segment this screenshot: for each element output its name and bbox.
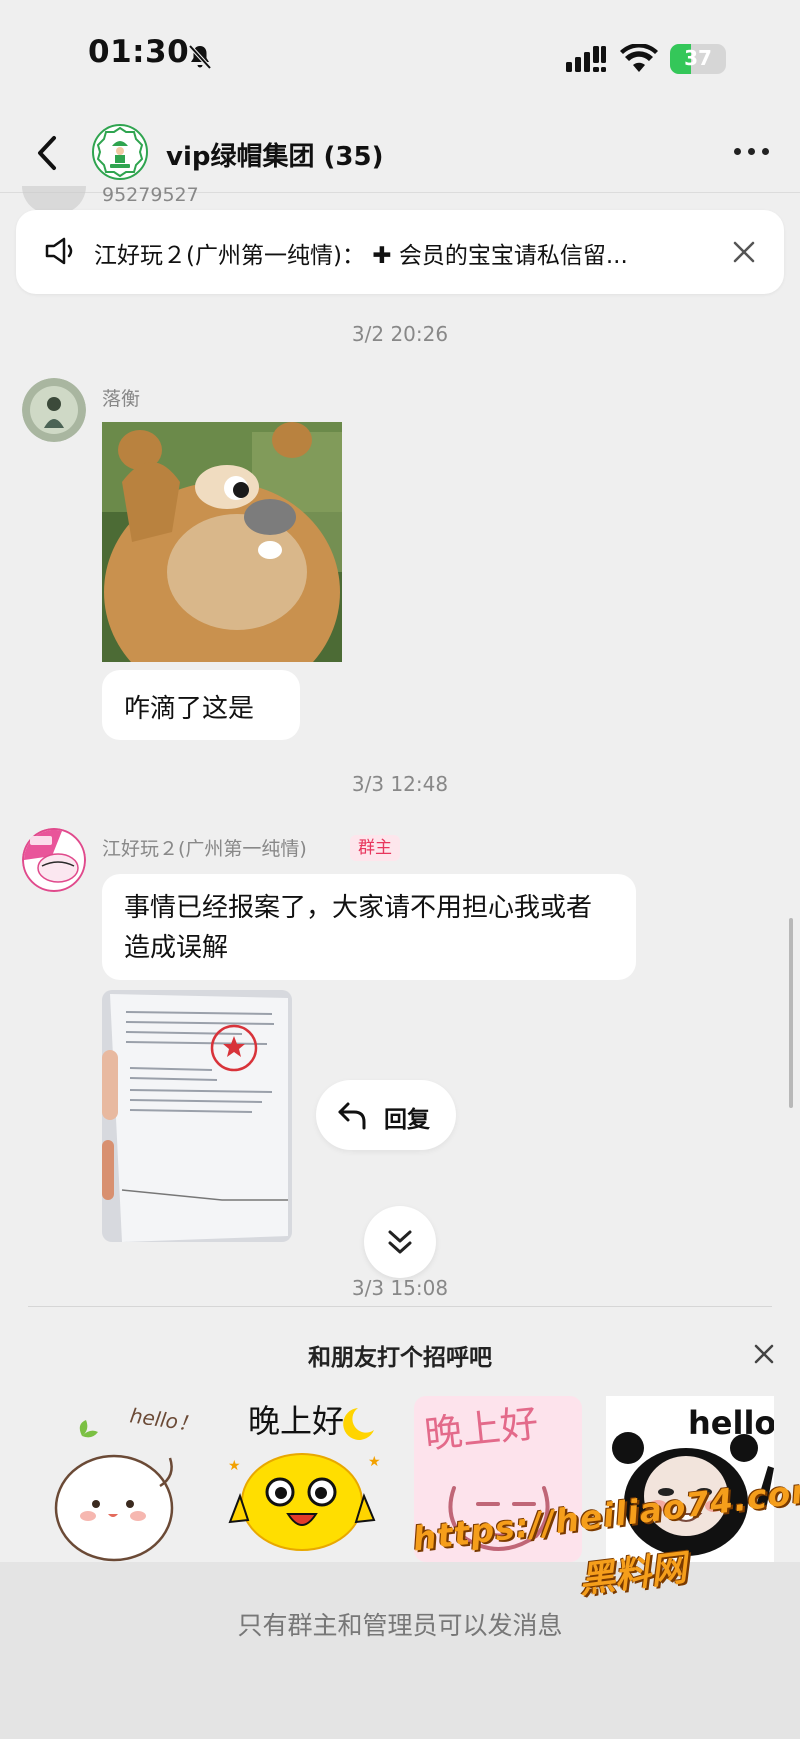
more-dot-icon (762, 148, 769, 155)
reply-label: 回复 (384, 1107, 430, 1133)
scroll-to-bottom-button[interactable] (364, 1206, 436, 1278)
battery-percentage: 37 (684, 46, 712, 70)
scrollbar[interactable] (789, 918, 793, 1108)
greeting-divider (28, 1306, 772, 1307)
hello-bun-sticker[interactable]: hello！ (30, 1396, 198, 1562)
close-icon[interactable] (750, 1340, 778, 1368)
message-text: 事情已经报案了，大家请不用担心我或者造成误解 (124, 893, 593, 963)
battery-icon: 37 (670, 44, 726, 74)
message-timestamp: 3/3 15:08 (351, 1276, 449, 1300)
avatar[interactable] (22, 378, 86, 442)
message-bubble[interactable]: 咋滴了这是 (102, 670, 300, 740)
message-timestamp: 3/2 20:26 (351, 322, 449, 346)
wifi-icon (620, 44, 658, 72)
message-timestamp: 3/3 12:48 (351, 772, 449, 796)
sender-name: 95279527 (102, 184, 199, 206)
sender-name: 江好玩２(广州第一纯情) (102, 838, 307, 860)
more-dot-icon (734, 148, 741, 155)
bear-sticker-image[interactable] (102, 422, 342, 662)
police-report-photo[interactable] (102, 990, 292, 1242)
greeting-title: 和朋友打个招呼吧 (308, 1345, 492, 1371)
svg-text:★: ★ (228, 1458, 241, 1474)
cellular-signal-icon (566, 46, 606, 72)
svg-text:★: ★ (368, 1454, 381, 1470)
watermark-name: 黑料网 (576, 1547, 689, 1602)
group-title: vip绿帽集团 (35) (166, 142, 384, 172)
double-chevron-down-icon (388, 1230, 412, 1254)
owner-badge: 群主 (350, 835, 400, 861)
status-time: 01:30 (88, 34, 190, 70)
message-text: 咋滴了这是 (124, 694, 255, 724)
speaker-icon (45, 237, 73, 265)
smiley-character-icon: ★ ★ (228, 1408, 381, 1551)
avatar[interactable] (22, 828, 86, 892)
bell-muted-icon (188, 44, 212, 70)
good-evening-smiley-sticker[interactable]: 晚上好 ★ ★ (218, 1396, 386, 1562)
close-icon[interactable] (728, 236, 760, 268)
group-avatar[interactable] (92, 124, 148, 180)
sender-name: 落衡 (102, 388, 141, 410)
announcement-text: 江好玩２(广州第一纯情)： ✚ 会员的宝宝请私信留... (94, 243, 628, 269)
more-dot-icon (748, 148, 755, 155)
back-arrow-icon[interactable] (30, 128, 70, 178)
message-bubble[interactable]: 事情已经报案了，大家请不用担心我或者造成误解 (102, 874, 636, 980)
more-options-button[interactable] (728, 136, 776, 166)
reply-arrow-icon (338, 1102, 366, 1130)
reply-button[interactable]: 回复 (316, 1080, 456, 1150)
